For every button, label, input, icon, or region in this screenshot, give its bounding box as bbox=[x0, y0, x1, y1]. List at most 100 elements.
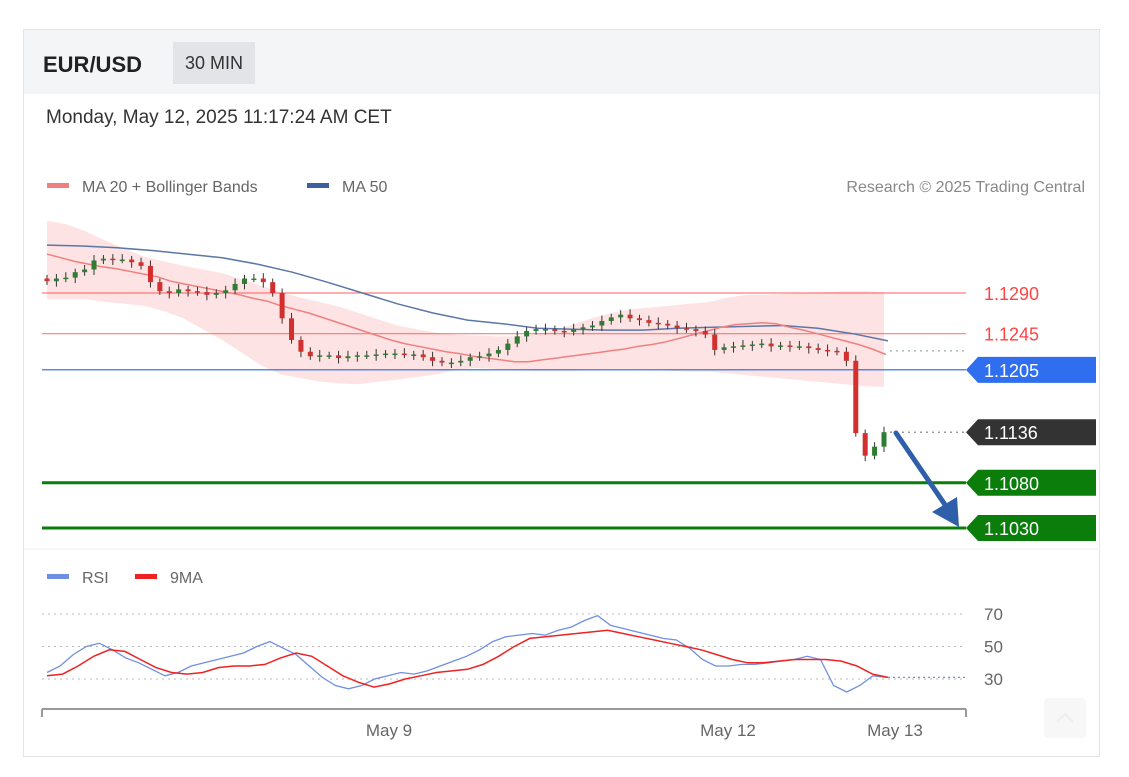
candle-body bbox=[91, 260, 97, 270]
candle-body bbox=[467, 357, 473, 361]
rsi-level-label: 30 bbox=[984, 670, 1003, 689]
candle-body bbox=[721, 347, 727, 350]
candle-body bbox=[749, 344, 755, 347]
candle-body bbox=[674, 325, 680, 329]
candle-body bbox=[618, 314, 624, 318]
candle-body bbox=[702, 330, 708, 335]
candle-body bbox=[204, 292, 210, 295]
candle-body bbox=[759, 343, 765, 346]
x-tick-label: May 9 bbox=[366, 721, 412, 740]
ma50-legend-label: MA 50 bbox=[342, 179, 387, 196]
candle-body bbox=[401, 353, 407, 356]
candle-body bbox=[825, 349, 831, 352]
candle-body bbox=[636, 318, 642, 321]
candle-body bbox=[778, 345, 784, 347]
rsi-legend-label: RSI bbox=[82, 570, 109, 587]
candle-body bbox=[655, 322, 661, 325]
candle-body bbox=[185, 289, 191, 292]
candle-body bbox=[514, 336, 520, 344]
candle-body bbox=[862, 433, 868, 456]
candle-body bbox=[392, 353, 398, 356]
candle-body bbox=[439, 360, 445, 363]
candle-body bbox=[627, 314, 633, 319]
level-label-1.1245: 1.1245 bbox=[984, 325, 1039, 345]
candle-body bbox=[495, 349, 501, 354]
scroll-button[interactable] bbox=[1044, 698, 1086, 738]
candle-body bbox=[194, 291, 200, 293]
candle-body bbox=[796, 346, 802, 348]
candle-body bbox=[241, 278, 247, 284]
rsi-legend-swatch bbox=[47, 574, 69, 579]
candle-body bbox=[44, 278, 50, 282]
candle-body bbox=[223, 290, 229, 293]
level-label-1.1290: 1.1290 bbox=[984, 284, 1039, 304]
credit-text: Research © 2025 Trading Central bbox=[846, 179, 1085, 196]
candle-body bbox=[448, 362, 454, 365]
candle-body bbox=[100, 258, 106, 261]
candle-body bbox=[589, 325, 595, 328]
ma20-legend-label: MA 20 + Bollinger Bands bbox=[82, 179, 258, 196]
candle-body bbox=[354, 355, 360, 357]
candle-body bbox=[524, 330, 530, 337]
candle-body bbox=[599, 321, 605, 326]
candle-body bbox=[270, 282, 276, 293]
candle-body bbox=[693, 329, 699, 331]
candle-body bbox=[815, 348, 821, 350]
candle-body bbox=[740, 345, 746, 347]
candle-body bbox=[505, 343, 511, 350]
candle-body bbox=[260, 278, 266, 283]
candle-body bbox=[336, 355, 342, 359]
candle-body bbox=[147, 265, 153, 283]
price-layer: 1.1290 1.1245 1.1205 1.1136 1.1080 1.1030 bbox=[42, 220, 1096, 541]
candle-body bbox=[430, 357, 436, 361]
candle-body bbox=[486, 353, 492, 357]
candle-body bbox=[63, 277, 69, 280]
candle-body bbox=[213, 293, 219, 295]
candle-body bbox=[110, 258, 116, 261]
candle-body bbox=[345, 356, 351, 359]
rsi-layer: 70 50 30 bbox=[42, 605, 1003, 693]
level-label-1.1205: 1.1205 bbox=[984, 361, 1039, 381]
candle-body bbox=[129, 259, 135, 263]
candle-body bbox=[138, 262, 144, 266]
candle-body bbox=[608, 317, 614, 322]
candle-body bbox=[157, 282, 163, 292]
level-label-1.1136: 1.1136 bbox=[984, 423, 1038, 443]
bollinger-band-area bbox=[47, 220, 884, 387]
candle-body bbox=[768, 343, 774, 347]
ma50-legend-swatch bbox=[307, 183, 329, 188]
forecast-arrow-shaft bbox=[893, 430, 953, 515]
candle-body bbox=[53, 278, 59, 282]
candle-body bbox=[420, 354, 426, 358]
candle-body bbox=[251, 278, 257, 281]
candle-body bbox=[561, 330, 567, 333]
candle-body bbox=[834, 350, 840, 353]
candle-body bbox=[580, 327, 586, 330]
rsi-ma-legend-label: 9MA bbox=[170, 570, 203, 587]
candle-body bbox=[843, 351, 849, 361]
candle-body bbox=[176, 289, 182, 293]
candle-body bbox=[119, 259, 125, 262]
price-chart: MA 20 + Bollinger Bands MA 50 Research ©… bbox=[24, 179, 1100, 740]
candle-body bbox=[881, 432, 887, 447]
candle-body bbox=[82, 269, 88, 273]
candle-body bbox=[373, 354, 379, 356]
candle-body bbox=[477, 356, 483, 358]
candle-body bbox=[872, 446, 878, 456]
ma20-legend-swatch bbox=[47, 183, 69, 188]
candle-body bbox=[383, 353, 389, 356]
rsi-ma-line bbox=[46, 629, 889, 688]
candle-body bbox=[571, 329, 577, 332]
candle-body bbox=[298, 340, 304, 352]
level-label-1.1030: 1.1030 bbox=[984, 519, 1039, 539]
candle-body bbox=[72, 272, 78, 278]
candle-body bbox=[712, 334, 718, 350]
candle-body bbox=[166, 291, 172, 293]
candle-body bbox=[552, 329, 558, 331]
candle-body bbox=[307, 351, 313, 357]
candle-body bbox=[684, 328, 690, 330]
candle-body bbox=[411, 354, 417, 356]
candle-body bbox=[665, 323, 671, 326]
candle-body bbox=[533, 329, 539, 331]
x-tick-label: May 12 bbox=[700, 721, 756, 740]
